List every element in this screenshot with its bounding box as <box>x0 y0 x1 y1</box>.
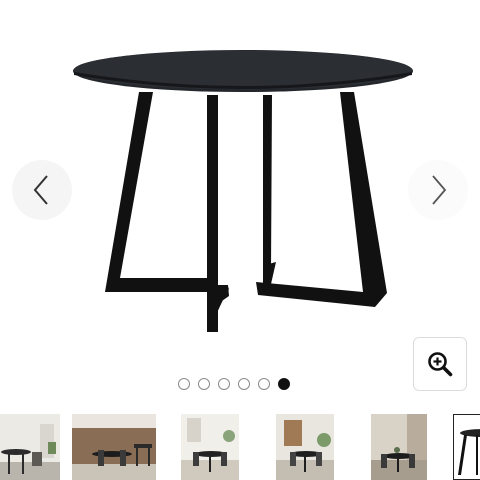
carousel-dot[interactable] <box>258 378 270 390</box>
carousel-dot[interactable] <box>218 378 230 390</box>
thumbnail[interactable] <box>0 414 60 480</box>
previous-image-button[interactable] <box>12 160 72 220</box>
carousel-pagination <box>178 378 290 392</box>
thumbnail[interactable] <box>371 414 427 480</box>
zoom-in-icon <box>428 352 453 377</box>
carousel-dot[interactable] <box>178 378 190 390</box>
carousel-dot[interactable] <box>238 378 250 390</box>
next-image-button[interactable] <box>408 160 468 220</box>
thumbnail[interactable] <box>72 414 156 480</box>
thumbnail[interactable] <box>276 414 334 480</box>
product-image-gallery <box>0 0 480 480</box>
chevron-left-icon <box>33 175 48 205</box>
carousel-dot[interactable] <box>198 378 210 390</box>
chevron-right-icon <box>432 175 447 205</box>
thumbnail-strip <box>0 414 480 480</box>
thumbnail-selected[interactable] <box>453 414 480 480</box>
carousel-dot-active[interactable] <box>278 378 290 390</box>
main-product-image[interactable] <box>60 30 430 350</box>
thumbnail[interactable] <box>181 414 239 480</box>
zoom-button[interactable] <box>413 337 467 391</box>
